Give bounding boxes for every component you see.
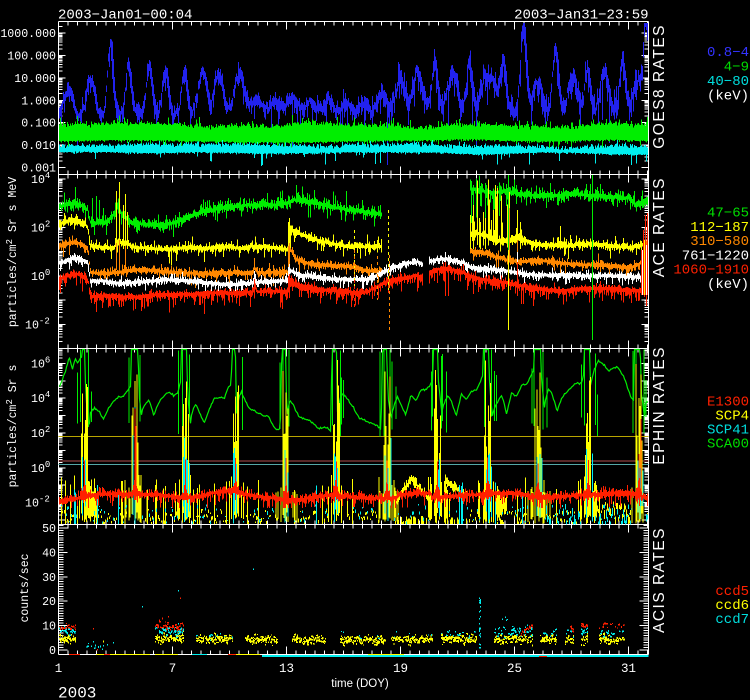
svg-text:particles/cm2 Sr s MeV: particles/cm2 Sr s MeV xyxy=(5,177,20,327)
svg-text:ACIS RATES: ACIS RATES xyxy=(651,527,668,633)
svg-text:30: 30 xyxy=(42,572,56,585)
svg-text:ccd7: ccd7 xyxy=(715,612,749,628)
svg-text:time (DOY): time (DOY) xyxy=(331,678,389,690)
svg-text:50: 50 xyxy=(42,523,56,536)
svg-text:2003: 2003 xyxy=(58,685,96,700)
svg-text:13: 13 xyxy=(279,662,294,676)
svg-text:1: 1 xyxy=(55,662,63,676)
svg-text:ACE RATES: ACE RATES xyxy=(651,177,668,277)
svg-text:SCA00: SCA00 xyxy=(707,437,749,453)
svg-text:(keV): (keV) xyxy=(707,89,749,105)
svg-text:(keV): (keV) xyxy=(707,277,749,293)
svg-text:0.010: 0.010 xyxy=(21,140,56,153)
svg-text:40: 40 xyxy=(42,547,56,560)
svg-text:100.000: 100.000 xyxy=(7,51,56,64)
svg-text:31: 31 xyxy=(621,662,636,676)
svg-text:20: 20 xyxy=(42,596,56,609)
svg-text:particles/cm2 Sr s: particles/cm2 Sr s xyxy=(5,365,20,488)
svg-text:counts/sec: counts/sec xyxy=(19,553,32,622)
svg-text:10.000: 10.000 xyxy=(14,73,56,86)
svg-text:0: 0 xyxy=(49,645,56,658)
svg-text:2003−Jan31−23:59: 2003−Jan31−23:59 xyxy=(514,8,648,24)
svg-text:2003−Jan01−00:04: 2003−Jan01−00:04 xyxy=(58,8,192,24)
svg-text:19: 19 xyxy=(393,662,408,676)
svg-text:10: 10 xyxy=(42,621,56,634)
svg-text:25: 25 xyxy=(507,662,522,676)
svg-text:GOES8 RATES: GOES8 RATES xyxy=(651,24,668,149)
svg-text:7: 7 xyxy=(169,662,177,676)
svg-text:1.000: 1.000 xyxy=(21,95,56,108)
svg-text:1000.000: 1000.000 xyxy=(0,28,56,41)
svg-text:0.100: 0.100 xyxy=(21,118,56,131)
svg-text:EPHIN RATES: EPHIN RATES xyxy=(651,346,668,465)
